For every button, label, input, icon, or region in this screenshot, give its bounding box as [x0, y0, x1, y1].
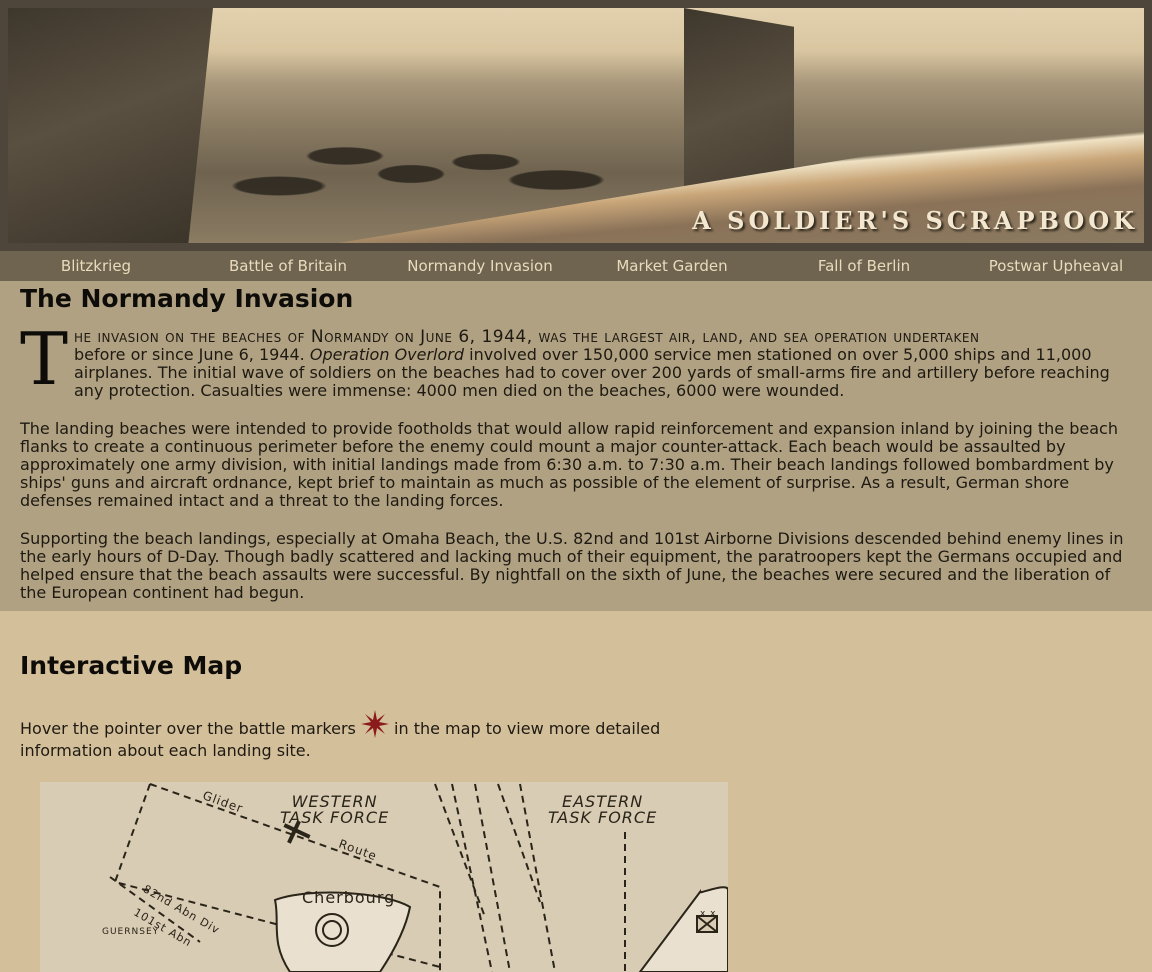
landing-craft-ramp	[8, 8, 213, 243]
nav-item-postwar-upheaval[interactable]: Postwar Upheaval	[960, 257, 1152, 275]
nav-item-battle-of-britain[interactable]: Battle of Britain	[192, 257, 384, 275]
map-label-guernsey: GUERNSEY	[102, 927, 160, 937]
site-title: A SOLDIER'S SCRAPBOOK	[692, 206, 1138, 235]
instructions-text: Hover the pointer over the battle marker…	[20, 719, 361, 738]
lead-smallcaps: he invasion on the beaches of Normandy o…	[74, 327, 980, 347]
map-section: Interactive Map Hover the pointer over t…	[0, 611, 1152, 972]
battle-marker-icon	[360, 710, 389, 738]
interactive-map[interactable]: WESTERN TASK FORCE EASTERN TASK FORCE Glid…	[40, 782, 728, 972]
section-title: Interactive Map	[20, 651, 243, 680]
nav-item-normandy-invasion[interactable]: Normandy Invasion	[384, 257, 576, 275]
map-label-cherbourg: Cherbourg	[302, 888, 396, 907]
paragraph: Supporting the beach landings, especiall…	[20, 529, 1124, 602]
main-nav: Blitzkrieg Battle of Britain Normandy In…	[0, 251, 1152, 281]
page-title: The Normandy Invasion	[20, 284, 354, 313]
nav-item-fall-of-berlin[interactable]: Fall of Berlin	[768, 257, 960, 275]
header-banner: A SOLDIER'S SCRAPBOOK	[0, 0, 1152, 251]
lead-paragraph: T he invasion on the beaches of Normandy…	[20, 323, 1132, 400]
map-label-xx: x x	[700, 909, 717, 919]
paragraph: The landing beaches were intended to pro…	[20, 419, 1118, 510]
article-section: The Normandy Invasion T he invasion on t…	[0, 281, 1152, 611]
map-label-western: WESTERN TASK FORCE	[280, 792, 390, 827]
drop-cap: T	[20, 317, 69, 401]
lead-italic: Operation Overlord	[309, 345, 465, 364]
map-label-eastern: EASTERN TASK FORCE	[548, 792, 658, 827]
lead-text: before or since June 6, 1944.	[74, 345, 310, 364]
nav-item-market-garden[interactable]: Market Garden	[576, 257, 768, 275]
nav-item-blitzkrieg[interactable]: Blitzkrieg	[0, 257, 192, 275]
map-instructions: Hover the pointer over the battle marker…	[20, 710, 700, 762]
